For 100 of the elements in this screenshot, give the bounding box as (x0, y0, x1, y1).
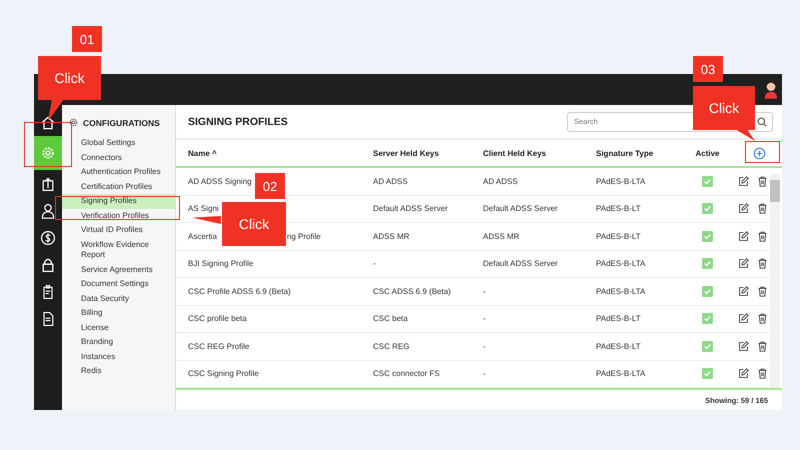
menu-item[interactable]: Document Settings (62, 277, 175, 292)
home-icon (40, 114, 56, 130)
table-cell-text: PAdES-B-LT (596, 232, 642, 241)
table-cell: ng Profile (286, 232, 321, 241)
menu-item[interactable]: Signing Profiles (62, 194, 175, 208)
table-cell-text: - (483, 314, 487, 324)
trash-icon[interactable] (757, 203, 768, 214)
settings-icon (40, 145, 56, 161)
table-cell: AS Signi (188, 204, 219, 214)
checked-checkbox[interactable] (702, 368, 713, 380)
table-cell-text: Default ADSS Server (483, 204, 559, 214)
nav-item-active[interactable] (34, 136, 62, 170)
table-cell-text: AD ADSS (483, 176, 519, 186)
column-header: Client Held Keys (483, 148, 548, 158)
trash-icon[interactable] (757, 176, 768, 187)
table-cell-text: - (483, 286, 487, 296)
table-cell-text: PAdES-B-LTA (596, 286, 646, 296)
edit-icon[interactable] (738, 340, 749, 352)
edit-icon[interactable] (738, 286, 749, 297)
menu-item[interactable]: Global Settings (62, 136, 175, 150)
trash-icon[interactable] (757, 230, 768, 242)
checked-checkbox[interactable] (702, 203, 713, 214)
table-cell: Ascertia (188, 232, 217, 241)
menu-item[interactable]: Connectors (62, 150, 175, 165)
table-cell: CSC Signing Profile (188, 369, 259, 378)
checked-checkbox[interactable] (702, 230, 713, 242)
edit-icon[interactable] (738, 230, 749, 242)
table-cell-text: PAdES-B-LTA (596, 176, 646, 186)
menu-item[interactable]: Workflow Evidence Report (62, 238, 175, 262)
callout-pointer (190, 216, 223, 224)
table-cell-text: PAdES-B-LT (596, 314, 642, 324)
lock-icon (40, 256, 56, 272)
page-title: SIGNING PROFILES (188, 116, 288, 128)
trash-icon[interactable] (757, 258, 768, 270)
table-cell: CSC profile beta (188, 314, 247, 324)
table-cell-text: AD ADSS (373, 176, 409, 186)
checked-checkbox[interactable] (702, 340, 713, 352)
table-cell: BJI Signing Profile (188, 259, 254, 268)
table-cell-text: PAdES-B-LT (596, 204, 642, 214)
menu-item[interactable]: Service Agreements (62, 262, 175, 277)
dollar-icon (40, 230, 56, 246)
trash-icon[interactable] (757, 313, 768, 324)
scrollbar-thumb[interactable] (770, 180, 780, 202)
table-cell-text: ADSS MR (373, 232, 410, 241)
menu-item[interactable]: Redis (62, 364, 175, 378)
avatar-icon[interactable] (764, 80, 778, 100)
callout-label: Click (693, 86, 755, 130)
table-cell-text: Default ADSS Server (373, 204, 449, 214)
menu-item[interactable]: Branding (62, 335, 175, 350)
table-cell: CSC REG Profile (188, 342, 250, 351)
table-cell: AD ADSS Signing (188, 176, 252, 186)
search-icon[interactable] (757, 116, 767, 126)
table-cell-text: CSC REG (373, 342, 410, 351)
menu-heading: CONFIGURATIONS (83, 118, 160, 128)
table-cell-text: PAdES-B-LTA (596, 369, 646, 378)
step-badge: 02 (255, 173, 285, 199)
trash-icon[interactable] (757, 286, 768, 297)
column-header: Server Held Keys (373, 148, 440, 158)
highlight-frame (745, 141, 780, 163)
callout-label: Click (38, 56, 101, 100)
menu-item[interactable]: Billing (62, 306, 175, 320)
table-cell-text: Default ADSS Server (483, 259, 559, 268)
menu-item[interactable]: Authentication Profiles (62, 165, 175, 180)
edit-icon[interactable] (738, 176, 749, 187)
menu-item[interactable]: Data Security (62, 292, 175, 306)
callout-label: Click (222, 202, 286, 246)
table-cell-text: PAdES-B-LT (596, 342, 642, 351)
step-badge: 01 (72, 26, 102, 52)
edit-icon[interactable] (738, 258, 749, 270)
table-cell-text: - (373, 259, 377, 268)
scrollbar[interactable] (770, 174, 780, 388)
table-cell-text: - (483, 342, 487, 351)
upload-icon (40, 176, 56, 192)
table-cell-text: PAdES-B-LTA (596, 259, 646, 268)
edit-icon[interactable] (738, 313, 749, 324)
edit-icon[interactable] (738, 368, 749, 380)
highlight-frame (24, 122, 72, 167)
checked-checkbox[interactable] (702, 176, 713, 187)
checked-checkbox[interactable] (702, 258, 713, 270)
table-cell-text: CSC ADSS 6.9 (Beta) (373, 286, 452, 296)
checked-checkbox[interactable] (702, 286, 713, 297)
column-header: Signature Type (596, 148, 654, 158)
step-badge: 03 (693, 56, 723, 82)
add-icon[interactable] (753, 146, 766, 160)
table-cell-text: ADSS MR (483, 232, 520, 241)
user-icon (40, 202, 56, 218)
trash-icon[interactable] (757, 368, 768, 380)
checked-checkbox[interactable] (702, 313, 713, 324)
menu-item[interactable]: License (62, 320, 175, 335)
menu-item[interactable]: Virtual ID Profiles (62, 223, 175, 238)
menu-item[interactable]: Certification Profiles (62, 180, 175, 194)
table-cell-text: CSC beta (373, 314, 409, 324)
menu-item[interactable]: Instances (62, 350, 175, 364)
trash-icon[interactable] (757, 340, 768, 352)
edit-icon[interactable] (738, 203, 749, 214)
table-cell-text: - (483, 369, 487, 378)
column-header[interactable]: Name ^ (188, 148, 373, 158)
table-cell-text: CSC connector FS (373, 369, 441, 378)
column-header: Active (694, 148, 720, 158)
menu-item[interactable]: Verification Profiles (62, 208, 175, 223)
